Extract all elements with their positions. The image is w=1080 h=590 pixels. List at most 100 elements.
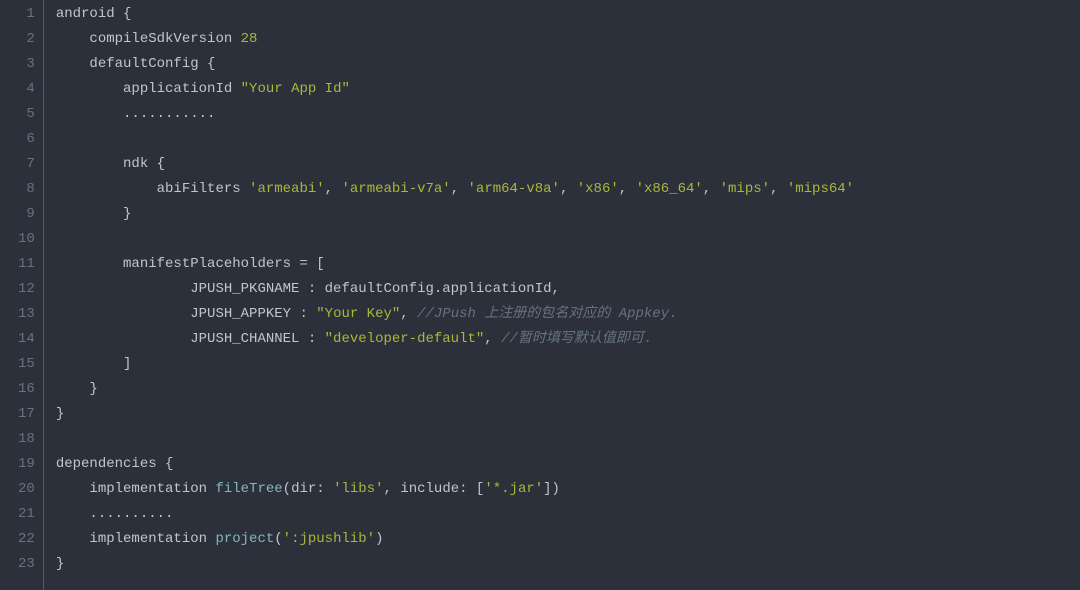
token-string: 'mips' <box>720 181 770 197</box>
line-number-gutter: 1234567891011121314151617181920212223 <box>0 0 44 590</box>
line-number: 5 <box>18 102 35 127</box>
line-number: 17 <box>18 402 35 427</box>
line-number: 2 <box>18 27 35 52</box>
token-default: ........... <box>56 106 216 122</box>
token-default: ] <box>56 356 132 372</box>
token-string: 'armeabi-v7a' <box>341 181 450 197</box>
line-number: 13 <box>18 302 35 327</box>
code-line[interactable]: ndk { <box>56 152 854 177</box>
code-line[interactable]: } <box>56 402 854 427</box>
token-default: JPUSH_PKGNAME : defaultConfig.applicatio… <box>56 281 560 297</box>
token-default: } <box>56 406 64 422</box>
code-line[interactable] <box>56 427 854 452</box>
code-editor[interactable]: 1234567891011121314151617181920212223 an… <box>0 0 1080 590</box>
code-line[interactable]: implementation fileTree(dir: 'libs', inc… <box>56 477 854 502</box>
token-default: ndk { <box>56 156 165 172</box>
token-default: implementation <box>56 531 216 547</box>
token-default: ]) <box>543 481 560 497</box>
token-default: (dir: <box>283 481 333 497</box>
line-number: 18 <box>18 427 35 452</box>
token-default: ( <box>274 531 282 547</box>
token-default: applicationId <box>56 81 241 97</box>
token-string: 'armeabi' <box>249 181 325 197</box>
token-default: ) <box>375 531 383 547</box>
token-default: , include: [ <box>384 481 485 497</box>
token-string: 'x86' <box>577 181 619 197</box>
code-line[interactable]: android { <box>56 2 854 27</box>
line-number: 16 <box>18 377 35 402</box>
token-default: defaultConfig { <box>56 56 216 72</box>
token-default: dependencies { <box>56 456 174 472</box>
token-default: , <box>619 181 636 197</box>
code-line[interactable]: JPUSH_CHANNEL : "developer-default", //暂… <box>56 327 854 352</box>
code-area[interactable]: android { compileSdkVersion 28 defaultCo… <box>44 0 854 590</box>
code-line[interactable] <box>56 127 854 152</box>
code-line[interactable]: manifestPlaceholders = [ <box>56 252 854 277</box>
token-string: "Your App Id" <box>241 81 350 97</box>
token-default: manifestPlaceholders = [ <box>56 256 325 272</box>
token-comment: //JPush 上注册的包名对应的 Appkey. <box>417 306 677 322</box>
code-line[interactable]: } <box>56 377 854 402</box>
token-string: "Your Key" <box>316 306 400 322</box>
token-default: , <box>560 181 577 197</box>
line-number: 12 <box>18 277 35 302</box>
token-string: 'x86_64' <box>636 181 703 197</box>
token-default: , <box>451 181 468 197</box>
code-line[interactable]: JPUSH_PKGNAME : defaultConfig.applicatio… <box>56 277 854 302</box>
line-number: 1 <box>18 2 35 27</box>
line-number: 10 <box>18 227 35 252</box>
token-default: } <box>56 556 64 572</box>
token-default: , <box>703 181 720 197</box>
code-line[interactable] <box>56 227 854 252</box>
token-func: project <box>215 531 274 547</box>
code-line[interactable]: defaultConfig { <box>56 52 854 77</box>
line-number: 21 <box>18 502 35 527</box>
line-number: 4 <box>18 77 35 102</box>
code-line[interactable]: ] <box>56 352 854 377</box>
token-default: } <box>56 381 98 397</box>
token-default: } <box>56 206 132 222</box>
code-line[interactable]: } <box>56 552 854 577</box>
token-default: JPUSH_CHANNEL : <box>56 331 325 347</box>
token-default: compileSdkVersion <box>56 31 241 47</box>
token-string: 'libs' <box>333 481 383 497</box>
token-default: , <box>400 306 417 322</box>
code-line[interactable]: } <box>56 202 854 227</box>
line-number: 6 <box>18 127 35 152</box>
code-line[interactable]: applicationId "Your App Id" <box>56 77 854 102</box>
line-number: 22 <box>18 527 35 552</box>
line-number: 20 <box>18 477 35 502</box>
token-default: implementation <box>56 481 216 497</box>
token-func: fileTree <box>215 481 282 497</box>
token-default: abiFilters <box>56 181 249 197</box>
token-default: , <box>325 181 342 197</box>
token-string: ':jpushlib' <box>283 531 375 547</box>
token-string: 'arm64-v8a' <box>468 181 560 197</box>
code-line[interactable]: ........... <box>56 102 854 127</box>
token-string: 'mips64' <box>787 181 854 197</box>
token-default: .......... <box>56 506 174 522</box>
code-line[interactable]: abiFilters 'armeabi', 'armeabi-v7a', 'ar… <box>56 177 854 202</box>
token-comment: //暂时填写默认值即可. <box>501 331 652 347</box>
line-number: 14 <box>18 327 35 352</box>
token-string: '*.jar' <box>484 481 543 497</box>
token-default: , <box>770 181 787 197</box>
line-number: 8 <box>18 177 35 202</box>
line-number: 9 <box>18 202 35 227</box>
token-default: , <box>484 331 501 347</box>
line-number: 3 <box>18 52 35 77</box>
line-number: 11 <box>18 252 35 277</box>
code-line[interactable]: dependencies { <box>56 452 854 477</box>
line-number: 19 <box>18 452 35 477</box>
token-num: 28 <box>241 31 258 47</box>
token-default: JPUSH_APPKEY : <box>56 306 316 322</box>
code-line[interactable]: .......... <box>56 502 854 527</box>
code-line[interactable]: implementation project(':jpushlib') <box>56 527 854 552</box>
token-string: "developer-default" <box>325 331 485 347</box>
token-default: android { <box>56 6 132 22</box>
code-line[interactable]: JPUSH_APPKEY : "Your Key", //JPush 上注册的包… <box>56 302 854 327</box>
line-number: 7 <box>18 152 35 177</box>
code-line[interactable]: compileSdkVersion 28 <box>56 27 854 52</box>
line-number: 23 <box>18 552 35 577</box>
line-number: 15 <box>18 352 35 377</box>
